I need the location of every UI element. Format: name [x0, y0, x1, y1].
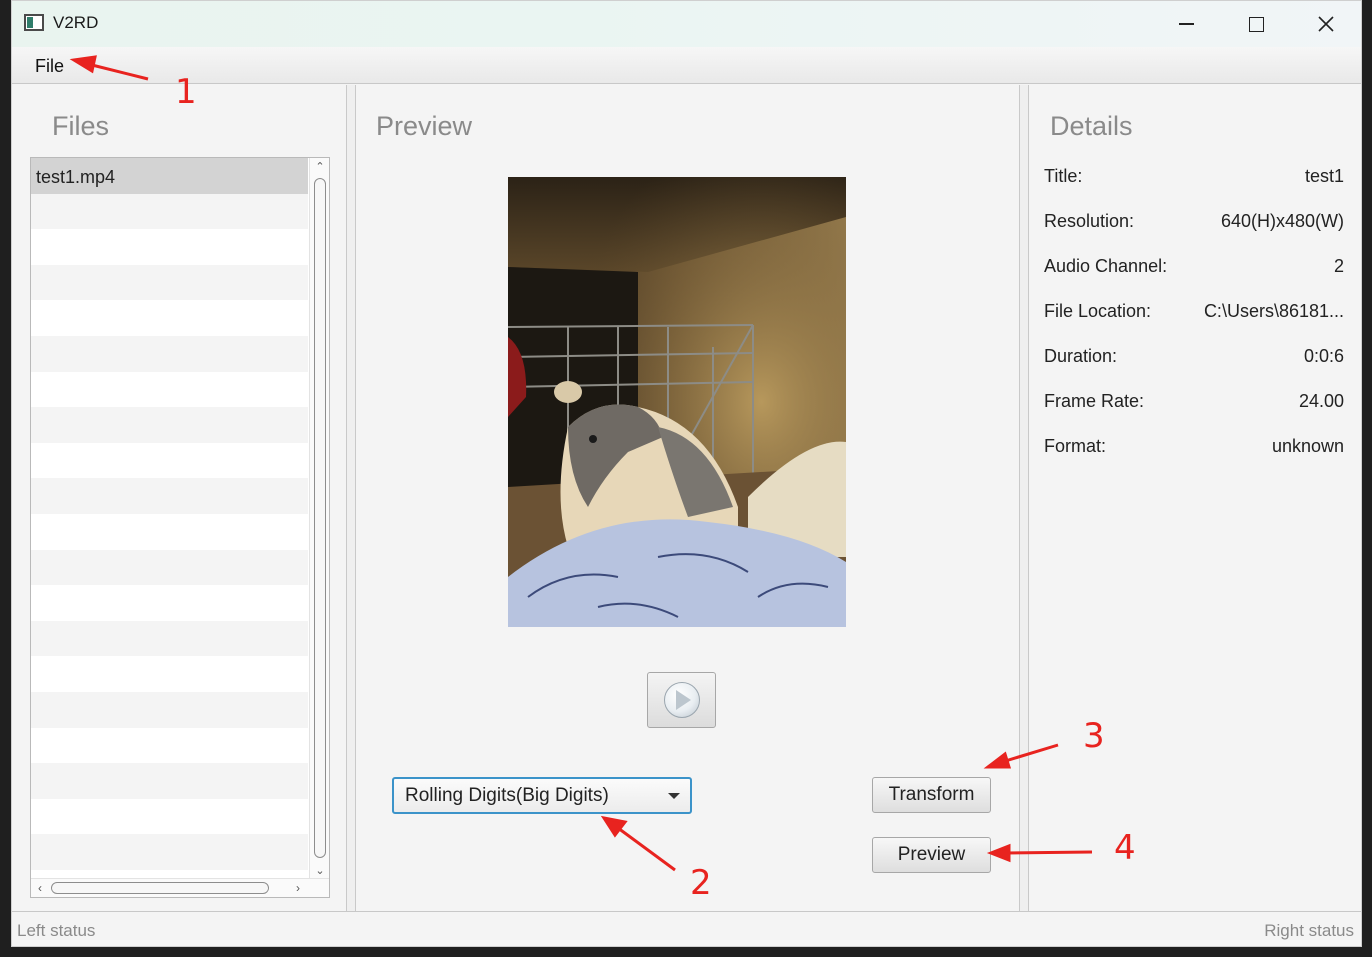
app-icon [24, 14, 44, 31]
detail-value: 2 [1333, 256, 1344, 276]
file-list-empty-row [31, 335, 308, 372]
file-list-empty-row [31, 300, 308, 336]
scroll-up-icon[interactable]: ⌃ [310, 158, 329, 176]
split-divider[interactable] [1019, 85, 1029, 911]
window-title: V2RD [53, 13, 99, 32]
file-list-empty-row [31, 549, 308, 586]
horizontal-scrollbar[interactable]: ‹ › [31, 878, 329, 897]
horizontal-scroll-thumb[interactable] [51, 882, 269, 894]
detail-label: Duration: [1044, 346, 1118, 366]
file-list-rows: test1.mp4 [31, 158, 308, 880]
file-list-empty-row [31, 478, 308, 514]
file-list-empty-row [31, 407, 308, 443]
file-list-empty-row [31, 193, 308, 230]
preview-panel: Preview Rolling Digits(Big Digits) Trans… [356, 85, 1019, 911]
file-list-empty-row [31, 229, 308, 265]
scroll-left-icon[interactable]: ‹ [31, 879, 49, 897]
video-preview [508, 177, 846, 627]
preview-button[interactable]: Preview [872, 837, 991, 873]
file-list-empty-row [31, 442, 308, 479]
scroll-right-icon[interactable]: › [289, 879, 307, 897]
detail-file-location: File Location: C:\Users\86181... [1044, 301, 1344, 325]
vertical-scrollbar[interactable]: ⌃ ⌄ [309, 158, 329, 880]
app-window: V2RD File Files test1.mp4 ⌃ ⌄ ‹ › Previe… [11, 0, 1362, 947]
video-frame-image [508, 177, 846, 627]
file-list-empty-row [31, 691, 308, 728]
files-panel: Files test1.mp4 ⌃ ⌄ ‹ › [12, 85, 346, 911]
play-button[interactable] [647, 672, 716, 728]
detail-label: File Location: [1044, 301, 1152, 321]
file-list-empty-row [31, 620, 308, 657]
minimize-button[interactable] [1151, 1, 1221, 47]
menu-file[interactable]: File [35, 56, 64, 77]
file-list-empty-row [31, 513, 308, 550]
details-heading: Details [1050, 111, 1133, 141]
file-list-empty-row [31, 585, 308, 621]
chevron-down-icon [668, 793, 680, 799]
file-list-empty-row [31, 727, 308, 764]
file-list-empty-row [31, 656, 308, 692]
close-button[interactable] [1291, 1, 1361, 47]
detail-format: Format: unknown [1044, 436, 1344, 460]
detail-value: test1 [1304, 166, 1344, 186]
details-panel: Details Title: test1 Resolution: 640(H)x… [1029, 85, 1361, 911]
detail-duration: Duration: 0:0:6 [1044, 346, 1344, 370]
detail-title: Title: test1 [1044, 166, 1344, 190]
left-status: Left status [17, 921, 96, 940]
split-divider[interactable] [346, 85, 356, 911]
right-status: Right status [1264, 921, 1354, 940]
transform-button[interactable]: Transform [872, 777, 991, 813]
menu-bar: File [12, 47, 1361, 84]
file-list-empty-row [31, 371, 308, 408]
detail-audio-channel: Audio Channel: 2 [1044, 256, 1344, 280]
status-bar: Left status Right status [12, 911, 1361, 946]
minimize-icon [1178, 23, 1194, 25]
annotation-number-1: 1 [175, 72, 197, 112]
vertical-scroll-thumb[interactable] [314, 178, 326, 858]
maximize-icon [1248, 16, 1264, 32]
maximize-button[interactable] [1221, 1, 1291, 47]
detail-value: unknown [1271, 436, 1344, 456]
detail-value: C:\Users\86181... [1203, 301, 1344, 321]
file-list[interactable]: test1.mp4 ⌃ ⌄ ‹ › [30, 157, 330, 898]
file-list-empty-row [31, 763, 308, 799]
transform-mode-select[interactable]: Rolling Digits(Big Digits) [392, 777, 692, 814]
annotation-number-3: 3 [1083, 716, 1105, 756]
file-list-empty-row [31, 264, 308, 301]
transform-mode-value: Rolling Digits(Big Digits) [405, 785, 609, 806]
detail-value: 640(H)x480(W) [1220, 211, 1344, 231]
detail-frame-rate: Frame Rate: 24.00 [1044, 391, 1344, 415]
detail-label: Audio Channel: [1044, 256, 1168, 276]
detail-value: 0:0:6 [1303, 346, 1344, 366]
files-heading: Files [52, 111, 110, 141]
detail-resolution: Resolution: 640(H)x480(W) [1044, 211, 1344, 235]
detail-label: Title: [1044, 166, 1083, 186]
annotation-number-2: 2 [690, 863, 712, 903]
file-list-item[interactable]: test1.mp4 [31, 158, 308, 194]
detail-label: Resolution: [1044, 211, 1135, 231]
detail-value: 24.00 [1298, 391, 1344, 411]
close-icon [1318, 16, 1334, 32]
preview-heading: Preview [376, 111, 473, 141]
detail-label: Frame Rate: [1044, 391, 1145, 411]
detail-label: Format: [1044, 436, 1107, 456]
file-list-empty-row [31, 834, 308, 870]
play-icon [663, 682, 700, 718]
title-bar[interactable]: V2RD [12, 1, 1361, 47]
file-list-empty-row [31, 798, 308, 835]
annotation-number-4: 4 [1114, 828, 1136, 868]
